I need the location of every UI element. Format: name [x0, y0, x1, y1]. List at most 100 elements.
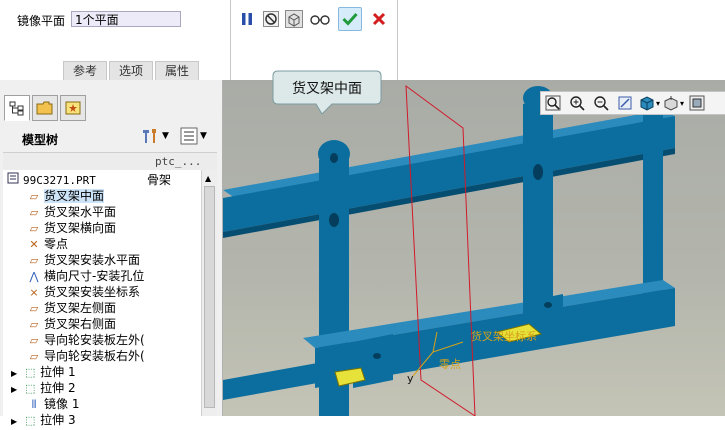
- folder-icon: [36, 101, 53, 115]
- navigator-tabs: [4, 95, 88, 121]
- expand-arrow-icon[interactable]: ▶: [11, 369, 17, 378]
- datum-point-label: 零点: [439, 358, 461, 371]
- tree-item-extrude[interactable]: ▶ ⬚ 拉伸 3: [11, 412, 76, 428]
- tree-item-label: 货叉架右侧面: [44, 317, 117, 331]
- preview-cube-icon: [285, 10, 303, 28]
- tab-options[interactable]: 选项: [109, 61, 154, 80]
- shaded-cube-icon: [640, 96, 654, 111]
- tree-item-label: 零点: [44, 237, 69, 251]
- geometry-preview-button[interactable]: [285, 10, 303, 28]
- tree-columns-button[interactable]: ▼: [180, 127, 207, 145]
- saved-views-icon: [664, 96, 678, 111]
- repaint-button[interactable]: [613, 93, 637, 113]
- tree-item-extrude[interactable]: ▶ ⬚ 拉伸 2: [11, 380, 76, 396]
- datum-tooltip: 货叉架中面: [272, 70, 382, 114]
- extrude-icon: ⬚: [24, 414, 36, 427]
- model-tree-title: 模型树: [22, 133, 59, 147]
- datum-plane-icon: ▱: [29, 254, 39, 267]
- tree-item-datum-axis[interactable]: ⋀ 横向尺寸-安装孔位: [27, 268, 144, 284]
- tooltip-text: 货叉架中面: [292, 81, 362, 97]
- pause-icon: [242, 13, 252, 25]
- tree-item-label: 横向尺寸-安装孔位: [44, 269, 145, 283]
- model-tree-icon: [9, 101, 24, 116]
- coordinate-system-label: 货叉架坐标系: [471, 330, 537, 343]
- tree-root-name: 99C3271.PRT: [23, 174, 96, 187]
- tree-item-coordinate-system[interactable]: ⨯ 货叉架安装坐标系: [27, 284, 140, 300]
- tree-item-extrude[interactable]: ▶ ⬚ 拉伸 1: [11, 364, 76, 380]
- view-manager-button[interactable]: [685, 93, 709, 113]
- cancel-button[interactable]: [370, 10, 388, 28]
- no-preview-button[interactable]: [262, 10, 280, 28]
- close-icon: [372, 12, 386, 26]
- tab-properties[interactable]: 属性: [155, 61, 200, 80]
- refit-button[interactable]: [541, 93, 565, 113]
- tree-scrollbar[interactable]: ▲: [201, 170, 217, 416]
- dashboard-divider: [397, 0, 398, 80]
- chevron-down-icon: ▼: [162, 131, 169, 141]
- tree-item-label: 货叉架安装水平面: [44, 253, 141, 267]
- part-icon: [6, 172, 20, 189]
- tree-item-label: 导向轮安装板右外(: [44, 349, 145, 363]
- pause-button[interactable]: [238, 10, 256, 28]
- mirror-plane-collector[interactable]: 1个平面: [71, 11, 181, 27]
- chevron-down-icon: ▼: [200, 131, 207, 141]
- extrude-icon: ⬚: [24, 366, 36, 379]
- tree-item-label: 货叉架左侧面: [44, 301, 117, 315]
- tree-item-label: 拉伸 3: [40, 413, 76, 427]
- datum-plane-icon: ▱: [29, 318, 39, 331]
- zoom-out-button[interactable]: [589, 93, 613, 113]
- scroll-up-arrow[interactable]: ▲: [205, 174, 211, 183]
- expand-arrow-icon[interactable]: ▶: [11, 385, 17, 394]
- zoom-in-button[interactable]: [565, 93, 589, 113]
- tree-item-label: 货叉架中面: [44, 189, 105, 203]
- datum-plane-icon: ▱: [29, 350, 39, 363]
- saved-views-button[interactable]: ▾: [661, 93, 685, 113]
- tree-item-datum-plane[interactable]: ▱ 货叉架横向面: [27, 220, 116, 236]
- dashboard-divider: [230, 0, 231, 80]
- tree-item-datum-plane[interactable]: ▱ 货叉架中面: [27, 188, 105, 204]
- extrude-icon: ⬚: [24, 382, 36, 395]
- tree-item-datum-plane[interactable]: ▱ 导向轮安装板右外(: [27, 348, 145, 364]
- expand-arrow-icon[interactable]: ▶: [11, 417, 17, 426]
- dashboard-tabs: 参考 选项 属性: [63, 61, 201, 80]
- view-manager-icon: [689, 95, 705, 111]
- show-list-icon: [180, 127, 198, 145]
- refit-icon: [545, 95, 561, 111]
- tree-item-datum-plane[interactable]: ▱ 货叉架右侧面: [27, 316, 116, 332]
- display-style-button[interactable]: ▾: [637, 93, 661, 113]
- tree-item-label: 导向轮安装板左外(: [44, 333, 145, 347]
- zoom-out-icon: [594, 96, 609, 111]
- tab-favorites[interactable]: [60, 95, 86, 121]
- column-header-ptc[interactable]: ptc_...: [155, 155, 201, 168]
- coordinate-system-icon: ⨯: [29, 286, 39, 299]
- verify-button[interactable]: [309, 10, 331, 28]
- datum-plane-icon: ▱: [29, 222, 39, 235]
- repaint-icon: [618, 96, 632, 110]
- scroll-thumb[interactable]: [204, 186, 215, 408]
- graphics-window[interactable]: 货叉架坐标系 零点 y: [223, 80, 725, 416]
- datum-point-icon: ✕: [29, 238, 39, 251]
- favorites-icon: [65, 101, 81, 115]
- tree-item-datum-plane[interactable]: ▱ 导向轮安装板左外(: [27, 332, 145, 348]
- tree-item-datum-plane[interactable]: ▱ 货叉架左侧面: [27, 300, 116, 316]
- checkmark-icon: [342, 12, 358, 26]
- tree-root[interactable]: 99C3271.PRT: [6, 172, 96, 188]
- datum-plane-icon: ▱: [29, 334, 39, 347]
- tab-folder-browser[interactable]: [32, 95, 58, 121]
- fork-carriage-model: [223, 84, 675, 416]
- view-toolbar: ▾ ▾: [540, 91, 725, 115]
- tree-settings-button[interactable]: ▼: [140, 127, 169, 145]
- settings-tools-icon: [143, 129, 156, 143]
- glasses-icon: [310, 15, 330, 25]
- tree-item-mirror[interactable]: ⫴ 镜像 1: [27, 396, 80, 412]
- chevron-down-icon: ▾: [679, 98, 684, 108]
- chevron-down-icon: ▾: [655, 98, 660, 108]
- tree-item-datum-plane[interactable]: ▱ 货叉架水平面: [27, 204, 116, 220]
- axis-y-label: y: [407, 372, 414, 385]
- tree-item-datum-point[interactable]: ✕ 零点: [27, 236, 68, 252]
- tree-item-label: 镜像 1: [44, 397, 80, 411]
- tab-references[interactable]: 参考: [63, 61, 108, 80]
- ok-button[interactable]: [338, 7, 362, 31]
- tab-model-tree[interactable]: [4, 95, 30, 121]
- tree-item-datum-plane[interactable]: ▱ 货叉架安装水平面: [27, 252, 140, 268]
